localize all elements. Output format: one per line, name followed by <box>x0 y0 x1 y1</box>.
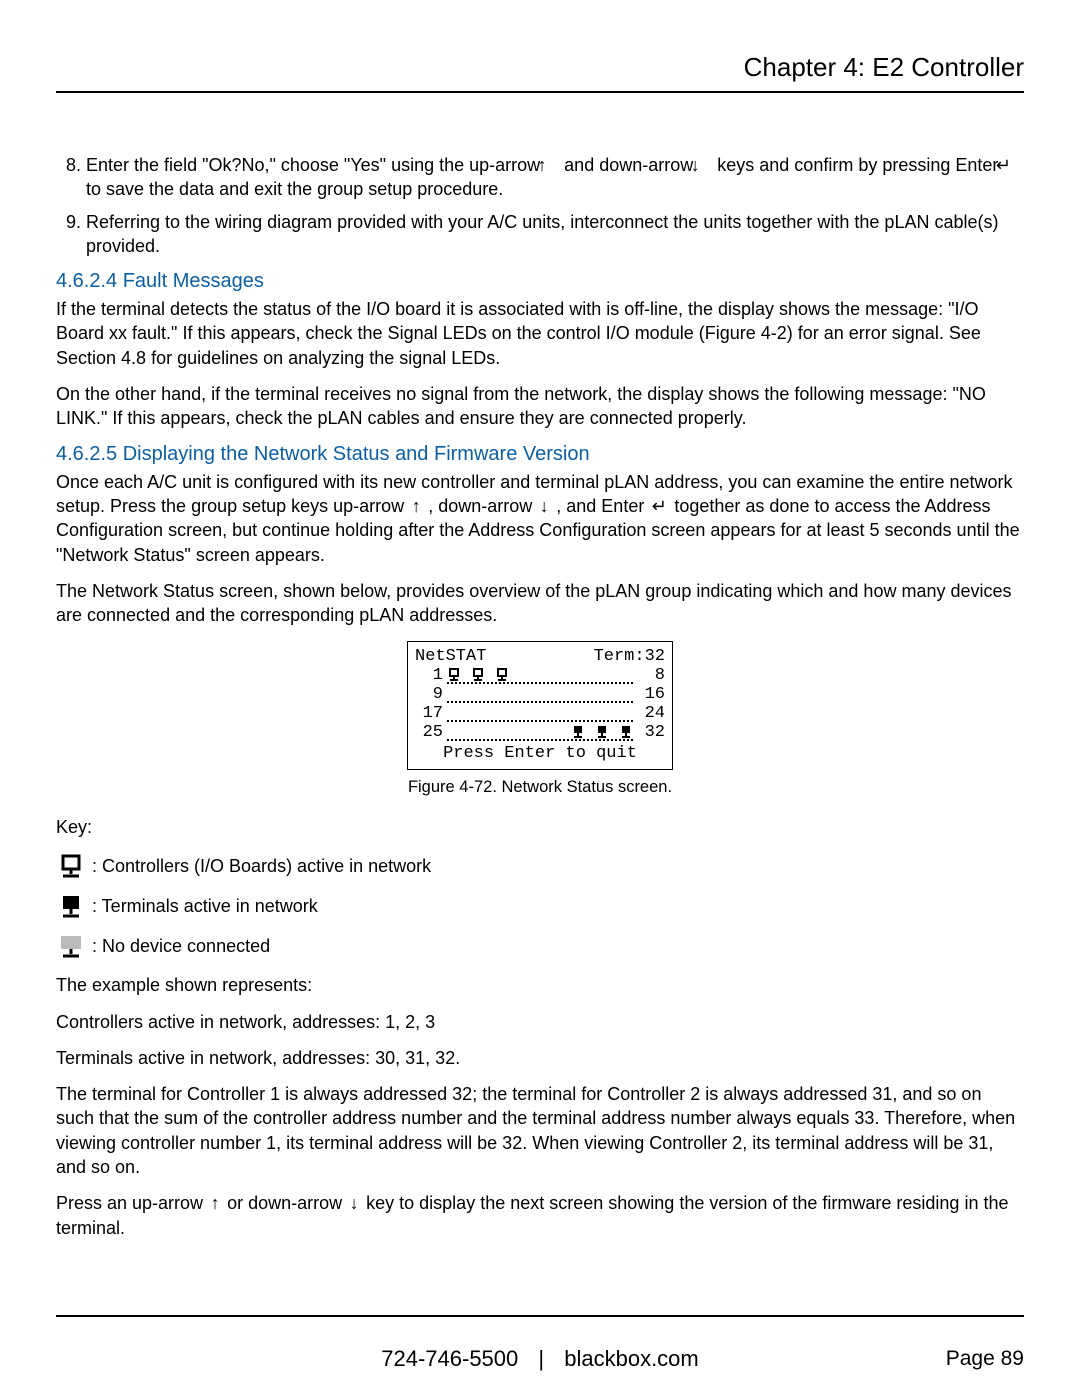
terminal-icon <box>595 721 609 741</box>
example-intro: The example shown represents: <box>56 973 1024 997</box>
fig-row-mid <box>447 666 633 685</box>
down-arrow-icon: ↓ <box>698 153 712 177</box>
heading-4-6-2-5: 4.6.2.5 Displaying the Network Status an… <box>56 443 1024 466</box>
controller-icon <box>447 664 461 684</box>
up-arrow-icon: ↑ <box>208 1191 222 1215</box>
fault-paragraph-2: On the other hand, if the terminal recei… <box>56 382 1024 431</box>
fig-row-right: 24 <box>637 704 665 724</box>
divider-bottom <box>56 1315 1024 1317</box>
key-terminals-label: : Terminals active in network <box>92 896 318 917</box>
fig-row-left: 9 <box>415 685 443 705</box>
net1-c: , and Enter <box>556 496 649 516</box>
terminal-icon <box>571 721 585 741</box>
key-controllers: : Controllers (I/O Boards) active in net… <box>56 853 1024 879</box>
fig-row-right: 16 <box>637 685 665 705</box>
footer-separator: | <box>538 1346 544 1371</box>
key-no-device-label: : No device connected <box>92 936 270 957</box>
step-8-text-c: keys and confirm by pressing Enter <box>717 155 1003 175</box>
enter-icon: ↵ <box>649 494 669 518</box>
fig-footer: Press Enter to quit <box>415 744 665 764</box>
fig-row-mid <box>447 723 633 742</box>
key-no-device: : No device connected <box>56 933 1024 959</box>
network-paragraph-1: Once each A/C unit is configured with it… <box>56 470 1024 567</box>
heading-4-6-2-4: 4.6.2.4 Fault Messages <box>56 270 1024 293</box>
step-8: 8. Enter the field "Ok?No," choose "Yes"… <box>56 153 1024 202</box>
terminal-address-paragraph: The terminal for Controller 1 is always … <box>56 1082 1024 1179</box>
enter-icon: ↵ <box>1003 153 1023 177</box>
terminal-icon <box>56 893 86 919</box>
up-arrow-icon: ↑ <box>409 494 423 518</box>
no-device-icon <box>56 933 86 959</box>
step-8-text-a: 8. Enter the field "Ok?No," choose "Yes"… <box>66 155 545 175</box>
fig-row-1: 1 8 <box>415 666 665 685</box>
terminal-icon <box>619 721 633 741</box>
net1-b: , down-arrow <box>428 496 537 516</box>
controller-icon <box>471 664 485 684</box>
key-label: Key: <box>56 815 1024 839</box>
press-b: or down-arrow <box>227 1193 347 1213</box>
network-status-figure: NetSTAT Term:32 1 <box>407 641 673 770</box>
fig-row-2: 9 16 <box>415 685 665 704</box>
divider-top <box>56 91 1024 93</box>
dotted-line-icon <box>447 701 633 703</box>
fig-row-right: 32 <box>637 723 665 743</box>
footer-phone: 724-746-5500 <box>381 1346 518 1371</box>
footer-page-number: Page 89 <box>946 1347 1024 1371</box>
press-a: Press an up-arrow <box>56 1193 208 1213</box>
controller-icon <box>495 664 509 684</box>
chapter-title: Chapter 4: E2 Controller <box>56 52 1024 83</box>
fig-row-left: 25 <box>415 723 443 743</box>
step-8-text-b: and down-arrow <box>564 155 698 175</box>
key-controllers-label: : Controllers (I/O Boards) active in net… <box>92 856 431 877</box>
example-terminals: Terminals active in network, addresses: … <box>56 1046 1024 1070</box>
controller-icon <box>56 853 86 879</box>
fig-row-left: 17 <box>415 704 443 724</box>
fig-row-mid <box>447 685 633 704</box>
fault-paragraph-1: If the terminal detects the status of th… <box>56 297 1024 370</box>
key-terminals: : Terminals active in network <box>56 893 1024 919</box>
network-paragraph-2: The Network Status screen, shown below, … <box>56 579 1024 628</box>
step-8-text-d: to save the data and exit the group setu… <box>86 179 503 199</box>
page-footer: 724-746-5500 | blackbox.com Page 89 <box>56 1346 1024 1372</box>
down-arrow-icon: ↓ <box>347 1191 361 1215</box>
up-arrow-icon: ↑ <box>545 153 559 177</box>
fig-row-right: 8 <box>637 666 665 686</box>
down-arrow-icon: ↓ <box>537 494 551 518</box>
fig-row-4: 25 32 <box>415 723 665 742</box>
footer-site: blackbox.com <box>564 1346 699 1371</box>
step-9: 9. Referring to the wiring diagram provi… <box>56 210 1024 259</box>
fig-row-left: 1 <box>415 666 443 686</box>
example-controllers: Controllers active in network, addresses… <box>56 1010 1024 1034</box>
fig-header-right: Term:32 <box>594 647 665 667</box>
figure-caption: Figure 4-72. Network Status screen. <box>56 778 1024 797</box>
press-arrow-paragraph: Press an up-arrow ↑ or down-arrow ↓ key … <box>56 1191 1024 1240</box>
